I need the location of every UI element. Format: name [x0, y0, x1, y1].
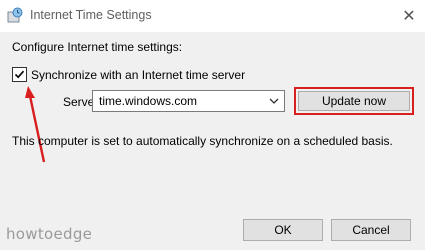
ok-button[interactable]: OK [243, 219, 323, 241]
red-arrow-icon [25, 86, 46, 163]
sync-checkbox[interactable] [12, 67, 27, 82]
server-combobox[interactable]: time.windows.com [92, 90, 285, 112]
sync-info-text: This computer is set to automatically sy… [12, 134, 393, 148]
close-button[interactable]: ✕ [393, 0, 425, 32]
sync-checkbox-row[interactable]: Synchronize with an Internet time server [12, 67, 245, 82]
dialog-body: Configure Internet time settings: Synchr… [0, 32, 425, 250]
close-icon: ✕ [402, 8, 416, 25]
update-now-button[interactable]: Update now [298, 91, 410, 111]
cancel-button[interactable]: Cancel [331, 219, 411, 241]
dialog-heading: Configure Internet time settings: [12, 40, 183, 54]
window-title: Internet Time Settings [30, 8, 152, 22]
watermark: howtoedge [6, 225, 93, 243]
clock-globe-icon [7, 7, 23, 23]
server-value: time.windows.com [99, 94, 198, 108]
sync-checkbox-label: Synchronize with an Internet time server [31, 67, 246, 82]
chevron-down-icon[interactable] [268, 95, 280, 107]
title-bar: Internet Time Settings ✕ [0, 0, 425, 32]
checkmark-icon [14, 70, 25, 79]
